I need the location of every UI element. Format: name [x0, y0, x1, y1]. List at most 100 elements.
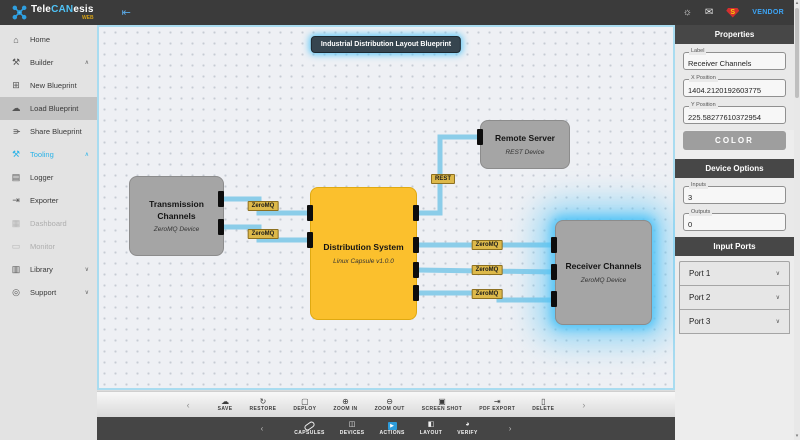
app-logo: TeleCANesis WEB: [0, 5, 94, 21]
library-icon: ▥: [10, 264, 22, 275]
page-scrollbar[interactable]: ▴ ▾: [794, 0, 800, 440]
port-receiver-in-1[interactable]: [551, 237, 557, 253]
collapse-sidebar-icon[interactable]: ⇤: [122, 6, 131, 19]
zoom-in-button[interactable]: ⊕ ZOOM IN: [330, 398, 360, 413]
sidebar-item-monitor: ▭ Monitor: [0, 235, 97, 258]
chevron-up-icon: ∧: [85, 59, 89, 66]
left-sidebar: ⌂ Home ⚒ Builder ∧ ⊞ New Blueprint ☁ Loa…: [0, 25, 97, 440]
pdf-export-icon: ⇥: [494, 398, 501, 407]
wire-label-zeromq: ZeroMQ: [248, 229, 279, 239]
trash-icon: ▯: [541, 398, 545, 407]
input-ports-header: Input Ports: [675, 237, 794, 256]
port-distribution-out-1[interactable]: [413, 205, 419, 221]
y-position-input[interactable]: [684, 110, 785, 126]
toolbar-prev-icon[interactable]: ‹: [173, 400, 204, 410]
tab-capsules[interactable]: CAPSULES: [294, 421, 324, 436]
port-distribution-out-2[interactable]: [413, 237, 419, 253]
sidebar-item-support[interactable]: ◎ Support ∨: [0, 281, 97, 304]
port-distribution-out-4[interactable]: [413, 285, 419, 301]
label-input[interactable]: [684, 56, 785, 72]
chevron-up-icon: ∧: [85, 151, 89, 158]
sidebar-item-new-blueprint[interactable]: ⊞ New Blueprint: [0, 74, 97, 97]
blueprint-canvas[interactable]: Industrial Distribution Layout Blueprint…: [97, 25, 675, 390]
wire-label-zeromq: ZeroMQ: [472, 240, 503, 250]
play-icon: ▶: [388, 422, 397, 430]
y-position-field: Y Position: [683, 106, 786, 124]
port-distribution-in-1[interactable]: [307, 205, 313, 221]
nav-next-icon[interactable]: ›: [493, 424, 528, 433]
tab-actions[interactable]: ▶ ACTIONS: [379, 422, 404, 436]
port-receiver-in-3[interactable]: [551, 291, 557, 307]
chevron-down-icon: ∨: [85, 266, 89, 273]
port-receiver-in-2[interactable]: [551, 264, 557, 280]
chevron-down-icon: ∨: [776, 270, 780, 277]
brightness-icon[interactable]: ☼: [683, 7, 692, 18]
node-remote-server[interactable]: Remote Server REST Device: [480, 120, 570, 169]
canvas-toolbar: ‹ ☁ SAVE ↻ RESTORE ▢ DEPLOY ⊕ ZOOM IN ⊖ …: [97, 391, 675, 418]
sidebar-item-load-blueprint[interactable]: ☁ Load Blueprint: [0, 97, 97, 120]
brand-subtitle: WEB: [31, 16, 94, 21]
tools-icon: ⚒: [10, 149, 22, 160]
sidebar-item-builder[interactable]: ⚒ Builder ∧: [0, 51, 97, 74]
chevron-down-icon: ∨: [776, 294, 780, 301]
cloud-save-icon: ☁: [221, 398, 229, 407]
screenshot-button[interactable]: ▣ SCREEN SHOT: [419, 398, 466, 413]
bottom-nav: ‹ CAPSULES ◫ DEVICES ▶ ACTIONS ◧ LAYOUT …: [97, 417, 675, 440]
sidebar-item-share-blueprint[interactable]: ⋔ Share Blueprint: [0, 120, 97, 143]
deploy-icon: ▢: [301, 398, 309, 407]
sidebar-item-tooling[interactable]: ⚒ Tooling ∧: [0, 143, 97, 166]
device-options-header: Device Options: [675, 159, 794, 178]
port-2-dropdown[interactable]: Port 2 ∨: [679, 285, 790, 310]
wrench-icon: ⚒: [10, 57, 22, 68]
color-button[interactable]: COLOR: [683, 131, 786, 150]
support-icon: ◎: [10, 287, 22, 298]
port-1-dropdown[interactable]: Port 1 ∨: [679, 261, 790, 286]
port-transmission-out-1[interactable]: [218, 191, 224, 207]
scroll-up-icon[interactable]: ▴: [796, 0, 799, 7]
port-distribution-in-2[interactable]: [307, 232, 313, 248]
sidebar-item-logger[interactable]: ▤ Logger: [0, 166, 97, 189]
tab-verify[interactable]: ◕ VERIFY: [457, 421, 477, 436]
port-distribution-out-3[interactable]: [413, 262, 419, 278]
dashboard-icon: ▦: [10, 218, 22, 229]
zoom-out-button[interactable]: ⊖ ZOOM OUT: [372, 398, 408, 413]
sidebar-item-exporter[interactable]: ⇥ Exporter: [0, 189, 97, 212]
brand-name: TeleCANesis: [31, 5, 94, 15]
node-distribution-system[interactable]: Distribution System Linux Capsule v1.0.0: [310, 187, 417, 320]
scroll-down-icon[interactable]: ▾: [796, 433, 799, 440]
x-position-input[interactable]: [684, 83, 785, 99]
tab-devices[interactable]: ◫ DEVICES: [340, 421, 365, 436]
node-receiver-channels[interactable]: Receiver Channels ZeroMQ Device: [555, 220, 652, 325]
scrollbar-thumb[interactable]: [795, 8, 799, 98]
pdf-export-button[interactable]: ⇥ PDF EXPORT: [476, 398, 518, 413]
port-remote-server-in[interactable]: [477, 129, 483, 145]
screenshot-icon: ▣: [438, 398, 446, 407]
tab-layout[interactable]: ◧ LAYOUT: [420, 421, 443, 436]
sidebar-item-home[interactable]: ⌂ Home: [0, 28, 97, 51]
nav-prev-icon[interactable]: ‹: [245, 424, 280, 433]
vendor-label[interactable]: VENDOR: [752, 9, 784, 16]
port-transmission-out-2[interactable]: [218, 219, 224, 235]
wire-label-zeromq: ZeroMQ: [248, 201, 279, 211]
vendor-shield-icon[interactable]: S: [726, 8, 739, 18]
inputs-field: Inputs: [683, 186, 786, 204]
port-3-dropdown[interactable]: Port 3 ∨: [679, 309, 790, 334]
zoom-out-icon: ⊖: [386, 398, 393, 407]
cloud-download-icon: ☁: [10, 103, 22, 114]
top-header: TeleCANesis WEB ⇤ ☼ ✉ S VENDOR: [0, 0, 800, 25]
document-icon: ▤: [10, 172, 22, 183]
restore-button[interactable]: ↻ RESTORE: [247, 398, 280, 413]
node-transmission-channels[interactable]: Transmission Channels ZeroMQ Device: [129, 176, 224, 256]
messages-icon[interactable]: ✉: [705, 7, 713, 18]
save-button[interactable]: ☁ SAVE: [215, 398, 236, 413]
new-file-icon: ⊞: [10, 80, 22, 91]
outputs-input[interactable]: [684, 217, 785, 233]
home-icon: ⌂: [10, 35, 22, 45]
x-position-field: X Position: [683, 79, 786, 97]
wire-label-zeromq: ZeroMQ: [472, 289, 503, 299]
deploy-button[interactable]: ▢ DEPLOY: [290, 398, 319, 413]
delete-button[interactable]: ▯ DELETE: [529, 398, 557, 413]
toolbar-next-icon[interactable]: ›: [568, 400, 599, 410]
inputs-input[interactable]: [684, 190, 785, 206]
sidebar-item-library[interactable]: ▥ Library ∨: [0, 258, 97, 281]
